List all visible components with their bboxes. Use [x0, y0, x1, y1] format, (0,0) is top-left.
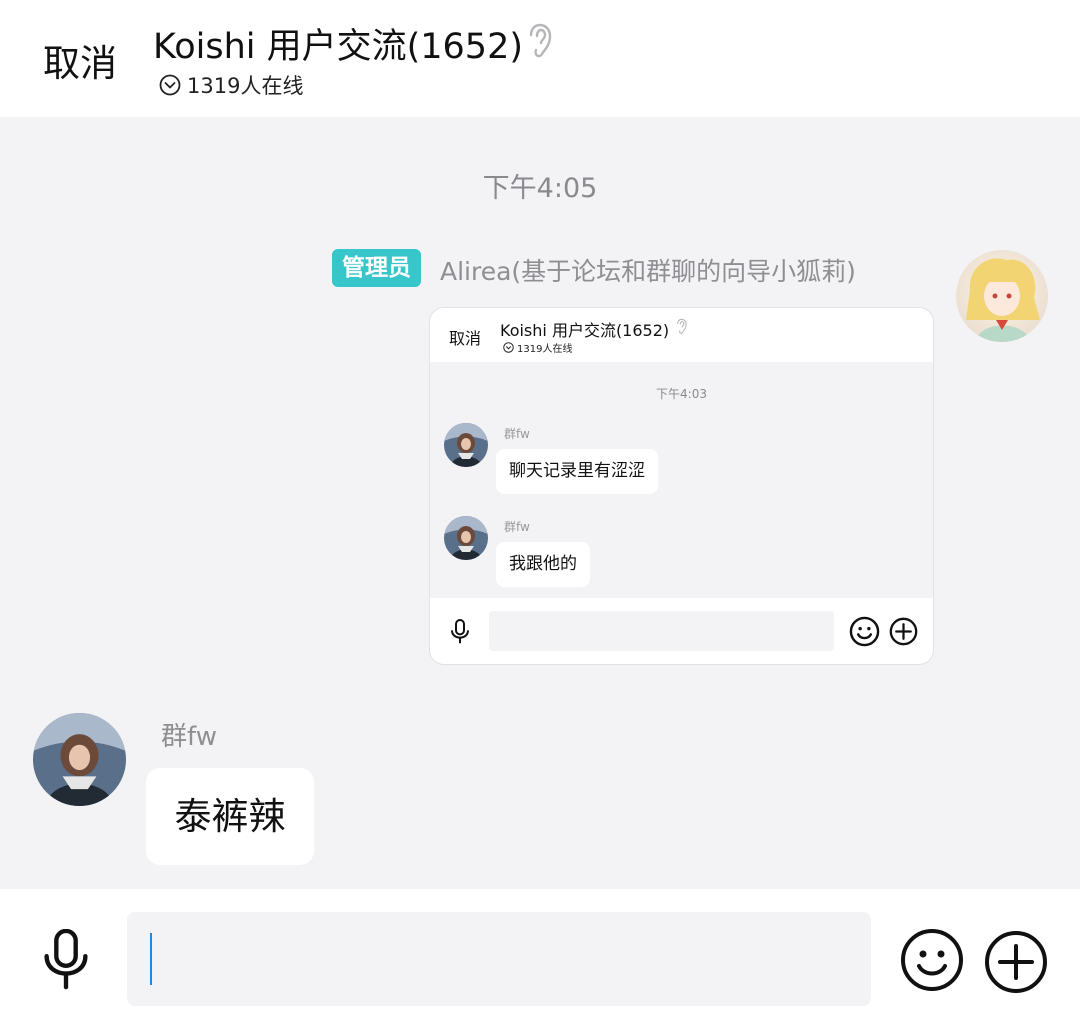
image-message[interactable]: 取消 Koishi 用户交流(1652) 1319人在线 下午4:03 群fw … [430, 308, 933, 664]
microphone-icon[interactable] [40, 929, 92, 991]
admin-badge: 管理员 [332, 249, 421, 287]
sender-name[interactable]: Alirea(基于论坛和群聊的向导小狐莉) [440, 252, 856, 288]
chevron-down-circle-icon [159, 74, 181, 96]
message-input[interactable] [127, 912, 871, 1006]
plus-icon [889, 617, 918, 646]
screenshot-message-bubble: 我跟他的 [496, 542, 590, 587]
ear-icon[interactable] [528, 22, 558, 60]
screenshot-timestamp: 下午4:03 [656, 387, 707, 401]
chat-header: 取消 Koishi 用户交流(1652) 1319人在线 [0, 0, 1080, 117]
online-count-text: 1319人在线 [187, 74, 304, 98]
screenshot-avatar [444, 423, 488, 467]
screenshot-header: 取消 Koishi 用户交流(1652) 1319人在线 [430, 308, 933, 362]
online-count[interactable]: 1319人在线 [159, 70, 303, 100]
screenshot-avatar [444, 516, 488, 560]
emoji-icon [849, 616, 880, 647]
screenshot-title: Koishi 用户交流(1652) [500, 321, 670, 340]
group-title[interactable]: Koishi 用户交流(1652) [153, 18, 523, 69]
chevron-down-circle-icon [503, 342, 514, 353]
ear-icon [677, 318, 687, 334]
screenshot-online-text: 1319人在线 [517, 344, 573, 355]
screenshot-sender-name: 群fw [504, 427, 530, 441]
message-timestamp: 下午4:05 [482, 173, 598, 204]
avatar[interactable] [956, 250, 1048, 342]
screenshot-online-count: 1319人在线 [503, 340, 572, 355]
screenshot-message-bubble: 聊天记录里有涩涩 [496, 449, 658, 494]
screenshot-sender-name: 群fw [504, 520, 530, 534]
screenshot-input-bar [430, 598, 933, 664]
cancel-button[interactable]: 取消 [43, 33, 117, 87]
text-caret [150, 933, 152, 985]
plus-icon[interactable] [984, 930, 1048, 994]
input-bar [0, 889, 1080, 1029]
emoji-icon[interactable] [900, 928, 964, 992]
screenshot-cancel-label: 取消 [449, 329, 482, 348]
sender-name[interactable]: 群fw [161, 716, 217, 753]
screenshot-input-field [489, 611, 834, 651]
avatar[interactable] [33, 713, 126, 806]
microphone-icon [451, 619, 469, 644]
message-bubble[interactable]: 泰裤辣 [146, 768, 314, 865]
